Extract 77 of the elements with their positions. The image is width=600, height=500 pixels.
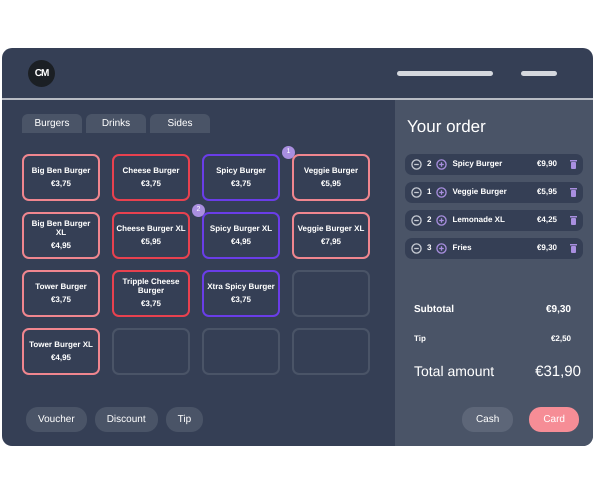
product-name: Big Ben Burger <box>32 166 90 176</box>
item-name: Lemonade XL <box>452 214 506 226</box>
trash-icon[interactable] <box>570 188 577 196</box>
logo: CM <box>28 60 55 86</box>
quantity: 1 <box>427 186 432 198</box>
item-price: €9,30 <box>536 242 557 254</box>
tip-label: Tip <box>414 332 426 344</box>
minus-icon[interactable] <box>411 214 422 226</box>
category-tab[interactable]: Drinks <box>86 114 146 133</box>
product-name: Spicy Burger <box>216 166 266 176</box>
product-name: Veggie Burger XL <box>298 224 364 234</box>
trash-icon[interactable] <box>570 216 577 224</box>
product-price: €4,95 <box>230 238 252 246</box>
item-name: Spicy Burger <box>452 158 504 170</box>
quantity: 2 <box>427 214 432 226</box>
item-price: €9,90 <box>536 158 557 170</box>
item-name: Fries <box>452 242 473 254</box>
item-price: €5,95 <box>536 186 557 198</box>
product-tile[interactable]: Big Ben Burger XL €4,95 <box>22 212 100 259</box>
action-button[interactable]: Tip <box>166 407 204 432</box>
product-tile[interactable]: Cheese Burger XL €5,95 <box>112 212 190 259</box>
product-name: Veggie Burger <box>304 166 358 176</box>
product-price: €3,75 <box>140 300 162 309</box>
plus-icon[interactable] <box>436 242 448 254</box>
product-tile[interactable]: Veggie Burger XL €7,95 <box>292 212 370 259</box>
product-tile[interactable]: Big Ben Burger €3,75 <box>22 154 100 201</box>
plus-icon[interactable] <box>436 186 448 198</box>
item-name: Veggie Burger <box>452 186 508 198</box>
action-button[interactable]: Voucher <box>26 407 87 432</box>
product-tile[interactable]: Spicy Burger XL €4,95 <box>202 212 280 259</box>
product-name: Xtra Spicy Burger <box>207 282 275 292</box>
order-title: Your order <box>407 116 487 138</box>
product-tile[interactable]: Tower Burger XL €4,95 <box>22 328 100 375</box>
minus-icon[interactable] <box>411 242 422 254</box>
product-tile[interactable]: Tower Burger €3,75 <box>22 270 100 317</box>
tip-value: €2,50 <box>550 332 571 344</box>
minus-icon[interactable] <box>411 158 422 170</box>
product-tile[interactable]: Veggie Burger €5,95 <box>292 154 370 201</box>
product-name: Cheese Burger XL <box>116 224 186 234</box>
menu-bar[interactable] <box>397 70 493 76</box>
product-price: €3,75 <box>140 180 162 188</box>
plus-icon[interactable] <box>436 158 448 170</box>
product-price: €3,75 <box>230 296 252 304</box>
product-price: €5,95 <box>320 180 342 188</box>
trash-icon[interactable] <box>570 244 577 252</box>
product-price: €5,95 <box>140 238 162 246</box>
product-price: €7,95 <box>320 238 342 246</box>
product-name: Tripple Cheese Burger <box>122 278 180 296</box>
product-tile[interactable]: Cheese Burger €3,75 <box>112 154 190 201</box>
product-tile[interactable]: Tripple Cheese Burger €3,75 <box>112 270 190 317</box>
product-name: Tower Burger XL <box>29 340 93 350</box>
total-label: Total amount <box>414 362 494 380</box>
product-name: Cheese Burger <box>122 166 180 176</box>
quantity: 3 <box>427 242 432 254</box>
product-price: €3,75 <box>50 180 72 188</box>
product-price: €3,75 <box>50 296 72 304</box>
product-name: Spicy Burger XL <box>210 224 272 234</box>
product-price: €4,95 <box>50 354 72 362</box>
minus-icon[interactable] <box>411 186 422 198</box>
product-tile[interactable]: Spicy Burger €3,75 <box>202 154 280 201</box>
product-tile[interactable]: Xtra Spicy Burger €3,75 <box>202 270 280 317</box>
subtotal-label: Subtotal <box>414 302 454 316</box>
action-button[interactable]: Discount <box>94 407 158 432</box>
product-name: Big Ben Burger XL <box>30 220 92 238</box>
menu-bar[interactable] <box>521 70 557 76</box>
plus-icon[interactable] <box>436 214 448 226</box>
payment-button[interactable]: Cash <box>462 407 514 432</box>
total-value: €31,90 <box>535 362 581 382</box>
product-name: Tower Burger <box>35 282 87 292</box>
product-price: €3,75 <box>230 180 252 188</box>
category-tab[interactable]: Burgers <box>22 114 82 133</box>
trash-icon[interactable] <box>570 160 577 168</box>
subtotal-value: €9,30 <box>546 302 571 316</box>
item-price: €4,25 <box>536 214 557 226</box>
quantity: 2 <box>427 158 432 170</box>
category-tab[interactable]: Sides <box>150 114 210 133</box>
product-price: €4,95 <box>50 242 72 251</box>
